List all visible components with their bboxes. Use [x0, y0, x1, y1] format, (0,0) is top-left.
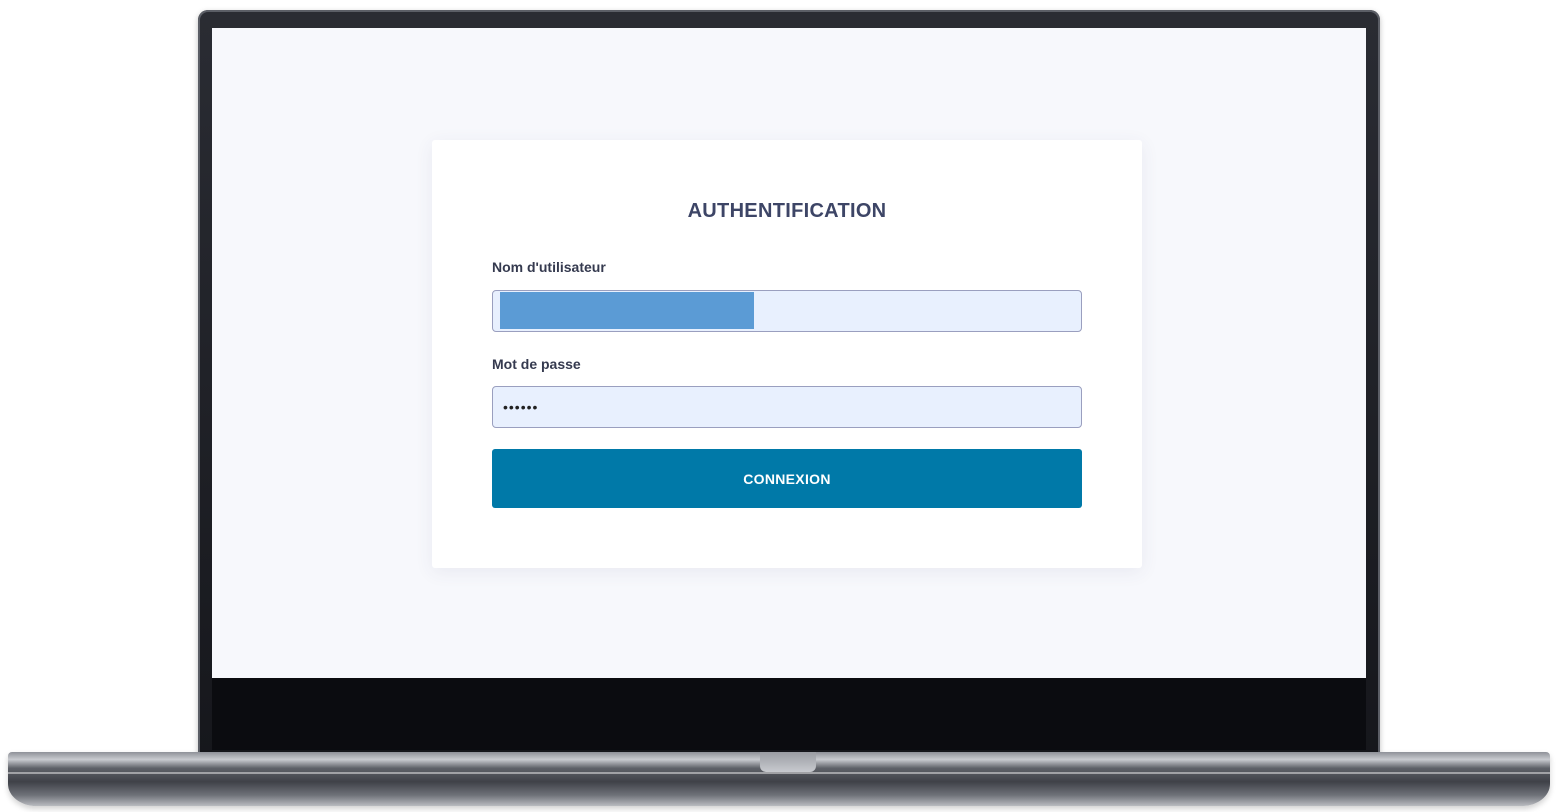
username-label: Nom d'utilisateur: [492, 259, 606, 275]
login-card: AUTHENTIFICATION Nom d'utilisateur Mot d…: [432, 140, 1142, 568]
password-label: Mot de passe: [492, 356, 581, 372]
screen-bottom-bezel: [212, 678, 1366, 750]
laptop-mockup: AUTHENTIFICATION Nom d'utilisateur Mot d…: [0, 0, 1558, 812]
username-redaction-block: [500, 292, 754, 329]
laptop-hinge-notch: [760, 752, 816, 772]
laptop-base-highlight: [8, 772, 1550, 774]
laptop-screen: AUTHENTIFICATION Nom d'utilisateur Mot d…: [212, 28, 1366, 678]
connexion-button[interactable]: CONNEXION: [492, 449, 1082, 508]
login-title: AUTHENTIFICATION: [687, 200, 887, 222]
password-input[interactable]: [492, 386, 1082, 428]
